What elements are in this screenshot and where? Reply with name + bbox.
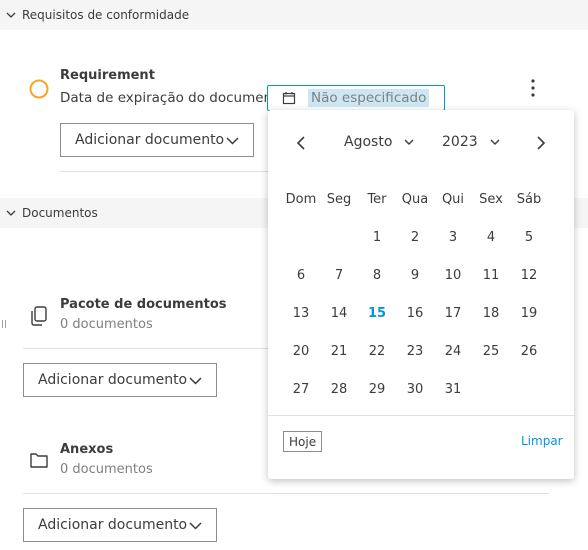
calendar-day[interactable]: 19 (510, 306, 548, 321)
attachments-count: 0 documentos (60, 462, 153, 477)
package-title: Pacote de documentos (60, 297, 227, 312)
chevron-down-icon (6, 12, 16, 18)
package-divider (23, 348, 274, 349)
attachments-divider (23, 493, 549, 494)
calendar-day[interactable]: 2 (396, 230, 434, 245)
calendar-day[interactable]: 9 (396, 268, 434, 283)
calendar-day[interactable]: 27 (282, 382, 320, 397)
expiry-date-field[interactable]: Não especificado (267, 85, 445, 111)
chevron-down-icon (6, 210, 16, 216)
attachments-add-document-label: Adicionar documento (38, 517, 188, 533)
calendar-day[interactable]: 4 (472, 230, 510, 245)
attachments-add-document-button[interactable]: Adicionar documento (23, 508, 217, 542)
month-select-value: Agosto (344, 134, 393, 150)
calendar-day[interactable]: 17 (434, 306, 472, 321)
calendar-day[interactable]: 15 (358, 306, 396, 321)
weekday-label: Dom (285, 191, 317, 207)
calendar-day[interactable]: 30 (396, 382, 434, 397)
calendar-day[interactable]: 11 (472, 268, 510, 283)
calendar-day[interactable]: 1 (358, 230, 396, 245)
calendar-day[interactable]: 24 (434, 344, 472, 359)
calendar-day[interactable]: 13 (282, 306, 320, 321)
today-button[interactable]: Hoje (283, 431, 323, 452)
calendar-week-row: 20 21 22 23 24 25 26 (282, 332, 564, 370)
chevron-down-icon (189, 522, 202, 530)
calendar-week-row: 27 28 29 30 31 (282, 370, 564, 408)
calendar-day[interactable]: 6 (282, 268, 320, 283)
requirement-divider (60, 171, 274, 172)
calendar-day[interactable]: 22 (358, 344, 396, 359)
document-package-icon (31, 306, 47, 326)
requirement-add-document-label: Adicionar documento (75, 132, 225, 148)
calendar-icon (282, 92, 296, 105)
calendar-day[interactable]: 3 (434, 230, 472, 245)
package-add-document-button[interactable]: Adicionar documento (23, 363, 217, 397)
chevron-down-icon (490, 139, 500, 145)
package-count: 0 documentos (60, 317, 153, 332)
chevron-left-icon[interactable] (296, 136, 306, 150)
calendar-day[interactable]: 26 (510, 344, 548, 359)
requirement-title: Requirement (60, 68, 155, 83)
weekday-label: Sáb (516, 191, 542, 207)
weekday-label: Qua (401, 191, 429, 207)
year-select[interactable]: 2023 (442, 134, 500, 150)
calendar-day[interactable]: 25 (472, 344, 510, 359)
documents-section-title: Documentos (22, 206, 98, 220)
compliance-section-header[interactable]: Requisitos de conformidade (0, 0, 588, 30)
month-select[interactable]: Agosto (344, 134, 414, 150)
chevron-down-icon (189, 377, 202, 385)
weekday-label: Sex (479, 191, 503, 207)
expiry-date-value: Não especificado (308, 89, 430, 107)
more-vertical-icon[interactable] (527, 78, 539, 98)
status-circle-icon (29, 79, 49, 99)
calendar-day[interactable]: 23 (396, 344, 434, 359)
package-add-document-label: Adicionar documento (38, 372, 188, 388)
calendar-week-row: 13 14 15 16 17 18 19 (282, 294, 564, 332)
calendar-grid: Dom Seg Ter Qua Qui Sex Sáb 1 2 3 4 5 6 7 8 9 10 1… (282, 180, 564, 408)
weekday-label: Seg (326, 191, 352, 207)
calendar-day[interactable]: 18 (472, 306, 510, 321)
calendar-day[interactable]: 31 (434, 382, 472, 397)
calendar-day[interactable]: 14 (320, 306, 358, 321)
weekday-label: Ter (367, 191, 387, 207)
requirement-add-document-button[interactable]: Adicionar documento (60, 123, 254, 157)
calendar-day[interactable]: 8 (358, 268, 396, 283)
calendar-day[interactable]: 16 (396, 306, 434, 321)
calendar-day[interactable]: 5 (510, 230, 548, 245)
chevron-down-icon (404, 139, 414, 145)
chevron-down-icon (226, 137, 239, 145)
clear-button[interactable]: Limpar (521, 434, 563, 448)
calendar-week-row: 6 7 8 9 10 11 12 (282, 256, 564, 294)
expiry-label: Data de expiração do documento: (60, 90, 291, 106)
weekday-header-row: Dom Seg Ter Qua Qui Sex Sáb (282, 180, 564, 218)
calendar-day[interactable]: 12 (510, 268, 548, 283)
drag-handle[interactable] (2, 320, 6, 330)
calendar-day[interactable]: 21 (320, 344, 358, 359)
date-picker-popup: Agosto 2023 Dom Seg Ter Qua Qui Sex Sáb … (268, 110, 574, 479)
attachments-title: Anexos (60, 442, 114, 457)
calendar-day[interactable]: 28 (320, 382, 358, 397)
calendar-day[interactable]: 7 (320, 268, 358, 283)
calendar-day[interactable]: 29 (358, 382, 396, 397)
year-select-value: 2023 (442, 134, 478, 150)
calendar-footer-divider (268, 415, 574, 416)
calendar-day[interactable]: 20 (282, 344, 320, 359)
calendar-day[interactable]: 10 (434, 268, 472, 283)
calendar-week-row: 12345 (282, 218, 564, 256)
chevron-right-icon[interactable] (536, 136, 546, 150)
weekday-label: Qui (441, 191, 465, 207)
compliance-section-title: Requisitos de conformidade (22, 8, 190, 22)
folder-icon (30, 453, 48, 468)
